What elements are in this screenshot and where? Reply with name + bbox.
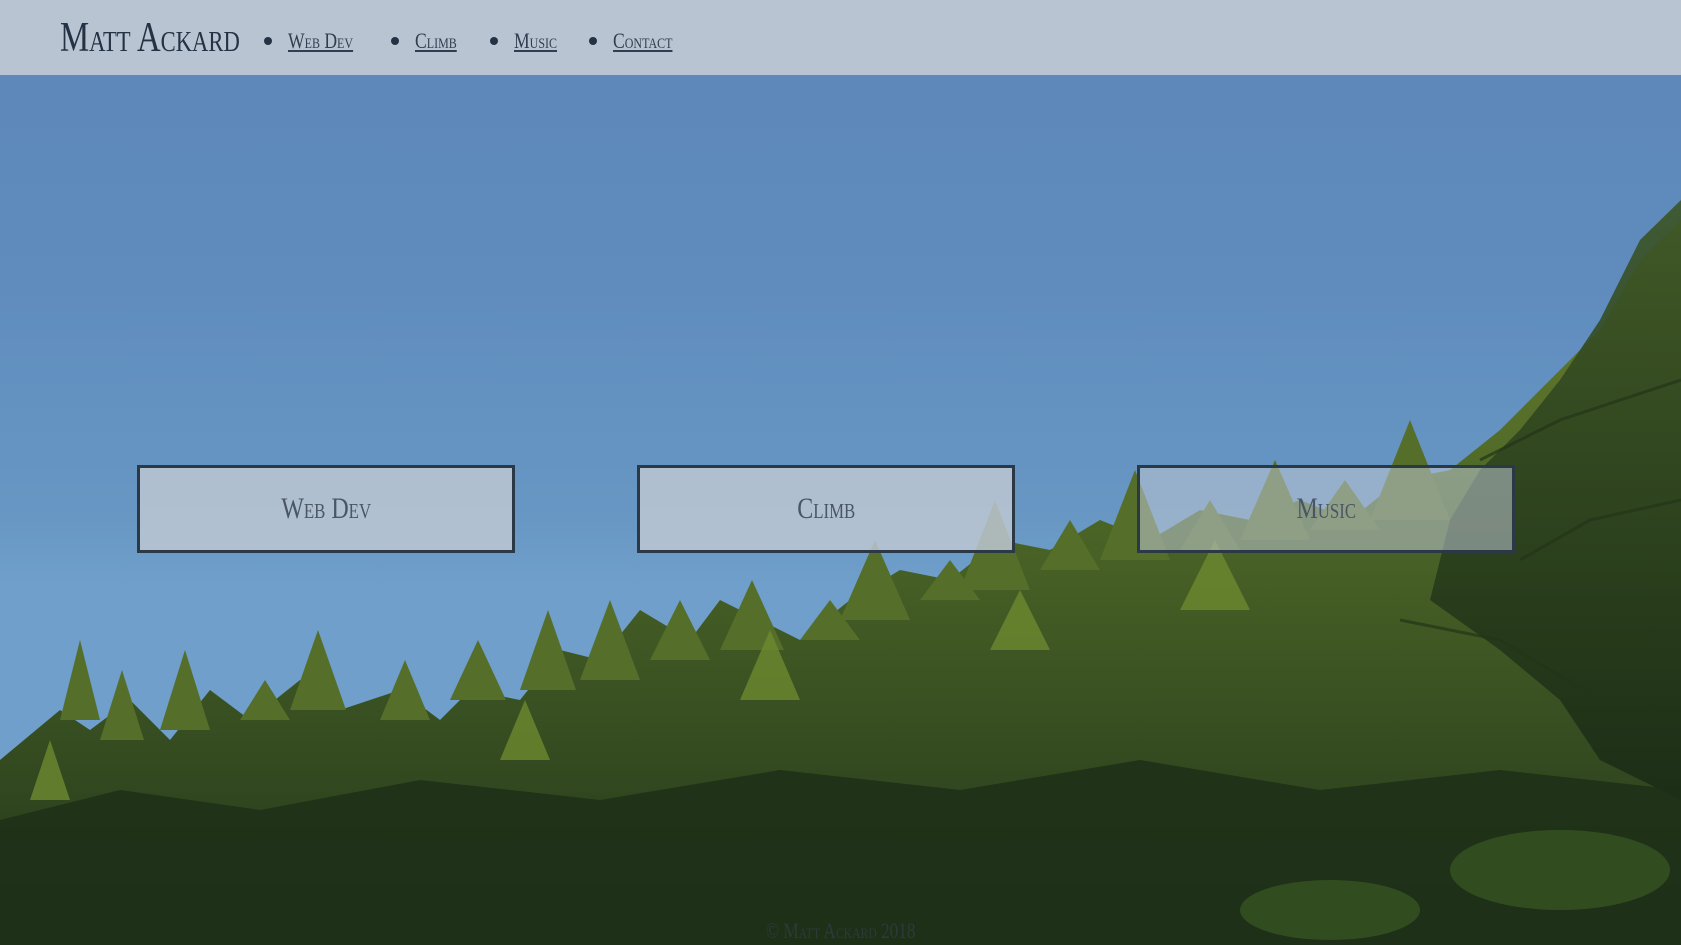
bullet-icon xyxy=(589,37,598,45)
web-dev-card-button[interactable]: Web Dev xyxy=(137,465,515,553)
footer: © Matt Ackard 2018 xyxy=(0,918,1681,944)
top-navigation-bar: Matt Ackard Web Dev Climb Music Contact xyxy=(0,0,1681,75)
nav-item-web-dev: Web Dev xyxy=(264,28,369,54)
card-label: Music xyxy=(1296,492,1356,525)
card-label: Web Dev xyxy=(281,492,371,525)
nav-link-climb[interactable]: Climb xyxy=(415,28,457,54)
music-card-button[interactable]: Music xyxy=(1137,465,1515,553)
nav-link-music[interactable]: Music xyxy=(514,28,557,54)
climb-card-button[interactable]: Climb xyxy=(637,465,1015,553)
bullet-icon xyxy=(264,37,272,45)
nav-item-music: Music xyxy=(489,28,568,54)
bullet-icon xyxy=(489,37,498,45)
nav-item-contact: Contact xyxy=(589,28,687,54)
nav-link-contact[interactable]: Contact xyxy=(613,28,672,54)
card-label: Climb xyxy=(796,492,855,525)
bullet-icon xyxy=(391,37,400,45)
nav-item-climb: Climb xyxy=(391,28,467,54)
nav-link-web-dev[interactable]: Web Dev xyxy=(288,28,353,54)
copyright-text: © Matt Ackard 2018 xyxy=(765,918,916,943)
site-title[interactable]: Matt Ackard xyxy=(60,14,240,62)
main-nav: Web Dev Climb Music Contact xyxy=(264,28,710,54)
